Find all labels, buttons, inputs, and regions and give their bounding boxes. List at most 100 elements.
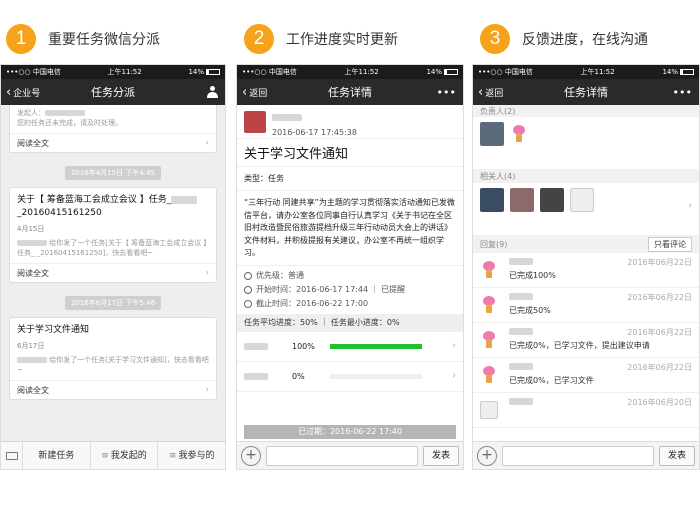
nav-title: 任务详情 [564, 86, 608, 99]
comment-input[interactable] [266, 445, 418, 466]
blurred-name [509, 293, 533, 300]
tab-new-task[interactable]: 新建任务 [23, 441, 91, 469]
phone-task-detail: •••○○ 中国电信 上午11:52 14% ‹ 返回 任务详情 ••• 2016… [236, 64, 464, 470]
status-bar: •••○○ 中国电信 上午11:52 14% [237, 65, 463, 79]
card-message: 您的任务还未完成，请及时处理。 [17, 119, 122, 127]
read-more-link[interactable]: 阅读全文 › [10, 380, 216, 399]
owners-header: 负责人(2) [473, 105, 699, 117]
panda-meme-icon [480, 401, 498, 419]
view-reviews-button[interactable]: 只看评论 [648, 236, 692, 252]
keyboard-toggle[interactable] [1, 442, 23, 469]
comment-bar: + 发表 [237, 441, 463, 469]
nav-bar: ‹ 返回 任务详情 ••• [473, 79, 699, 105]
phone-feedback: •••○○ 中国电信 上午11:52 14% ‹ 返回 任务详情 ••• 负责人(… [472, 64, 700, 470]
task-content: “三年行动 同建共享”为主题的学习贯彻落实活动通知已发微信平台，请办公室各位同事… [244, 198, 455, 257]
step-header-1: 1 重要任务微信分派 [6, 22, 160, 56]
more-icon: ••• [436, 85, 456, 99]
related-header: 相关人(4) [473, 169, 699, 183]
status-bar: •••○○ 中国电信 上午11:52 14% [473, 65, 699, 79]
end-time-row: 截止时间：2016-06-22 17:00 [244, 297, 456, 311]
tab-initiated[interactable]: ≡ 我发起的 [91, 441, 159, 469]
replies-header: 回复(9) 只看评论 [473, 235, 699, 253]
member-progress-row[interactable]: 0% › [237, 362, 463, 392]
step-title: 工作进度实时更新 [286, 32, 398, 48]
reply-date: 2016年06月22日 [627, 258, 692, 267]
more-icon: ••• [672, 85, 692, 99]
nav-title: 任务分派 [91, 86, 135, 99]
bottom-tab-bar: 新建任务 ≡ 我发起的 ≡ 我参与的 [1, 441, 225, 469]
profile-button[interactable] [207, 86, 218, 98]
back-button[interactable]: ‹ 企业号 [6, 86, 40, 99]
reply-date: 2016年06月22日 [627, 293, 692, 302]
signal-icon: •••○○ [6, 68, 31, 76]
chevron-right-icon: › [205, 385, 209, 395]
progress-bar [330, 343, 422, 349]
progress-percent: 100% [292, 341, 315, 351]
info-icon [244, 271, 252, 280]
owner-avatar[interactable] [480, 122, 504, 164]
panda-meme-icon [570, 188, 594, 212]
carrier-label: 中国电信 [32, 68, 61, 76]
clock-icon [244, 299, 252, 308]
tab-participated[interactable]: ≡ 我参与的 [158, 442, 225, 470]
task-card[interactable]: 关于学习文件通知 6月17日 给你发了一个任务[关于学习文件通知]，快去看看吧~… [9, 317, 217, 400]
task-card[interactable]: 关于【 筹备蓝海工会成立会议 】任务_ _20160415161250 4月15日… [9, 187, 217, 283]
menu-icon: ≡ [168, 450, 177, 461]
date-divider: 2016年4月15日 下午4:45 [1, 160, 225, 180]
related-avatar[interactable] [480, 188, 504, 230]
reply-text: 已完成50% [509, 306, 551, 315]
send-button[interactable]: 发表 [423, 445, 459, 466]
nav-title: 任务详情 [328, 86, 372, 99]
owner-avatar[interactable] [510, 122, 534, 164]
expired-banner: 已过期：2016-06-22 17:40 [244, 425, 456, 439]
more-button[interactable]: ••• [437, 86, 456, 99]
related-list[interactable]: › [473, 183, 699, 235]
nav-bar: ‹ 返回 任务详情 ••• [237, 79, 463, 105]
battery-label: 14% [188, 68, 204, 76]
send-button[interactable]: 发表 [659, 445, 695, 466]
reply-item: 已完成0%，已学习文件，提出建议申请 2016年06月22日 [473, 323, 699, 358]
keyboard-icon [5, 451, 18, 460]
cartoon-girl-icon [510, 125, 534, 149]
step-title: 反馈进度，在线沟通 [522, 32, 648, 48]
reply-date: 2016年06月22日 [627, 363, 692, 372]
chevron-right-icon: › [452, 371, 456, 381]
back-button[interactable]: ‹ 返回 [478, 86, 503, 99]
priority-row: 优先级：普通 [244, 269, 456, 283]
step-header-3: 3 反馈进度，在线沟通 [480, 22, 648, 56]
plus-button[interactable]: + [241, 445, 261, 466]
avatar [480, 188, 504, 212]
task-card[interactable]: 发起人： 您的任务还未完成，请及时处理。 阅读全文 › [9, 105, 217, 153]
related-avatar[interactable] [510, 188, 534, 230]
step-number-badge: 2 [244, 24, 274, 54]
read-more-link[interactable]: 阅读全文 › [10, 263, 216, 282]
chevron-left-icon: ‹ [478, 84, 484, 100]
reply-item: 已完成50% 2016年06月22日 [473, 288, 699, 323]
member-progress-row[interactable]: 100% › [237, 332, 463, 362]
step-title: 重要任务微信分派 [48, 32, 160, 48]
comment-input[interactable] [502, 445, 654, 466]
reply-text: 已完成0%，已学习文件，提出建议申请 [509, 341, 650, 350]
plus-button[interactable]: + [477, 445, 497, 466]
avatar [480, 122, 504, 146]
avatar [510, 188, 534, 212]
battery-icon [444, 69, 458, 75]
related-avatar[interactable] [570, 188, 594, 230]
reply-item: 2016年06月20日 [473, 393, 699, 428]
task-title: 关于学习文件通知 [237, 139, 463, 167]
reply-text: 已完成100% [509, 271, 556, 280]
post-timestamp: 2016-06-17 17:45:38 [272, 127, 357, 137]
back-button[interactable]: ‹ 返回 [242, 86, 267, 99]
author-row: 2016-06-17 17:45:38 [237, 105, 463, 139]
reply-text: 已完成0%，已学习文件 [509, 376, 594, 385]
read-more-link[interactable]: 阅读全文 › [10, 133, 216, 152]
progress-bar [330, 373, 422, 379]
chevron-left-icon: ‹ [242, 84, 248, 100]
avatar [540, 188, 564, 212]
comment-bar: + 发表 [473, 441, 699, 469]
card-title: 关于学习文件通知 [17, 325, 90, 335]
more-button[interactable]: ••• [673, 86, 692, 99]
cartoon-girl-icon [480, 366, 498, 384]
related-avatar[interactable] [540, 188, 564, 230]
reply-item: 已完成0%，已学习文件 2016年06月22日 [473, 358, 699, 393]
